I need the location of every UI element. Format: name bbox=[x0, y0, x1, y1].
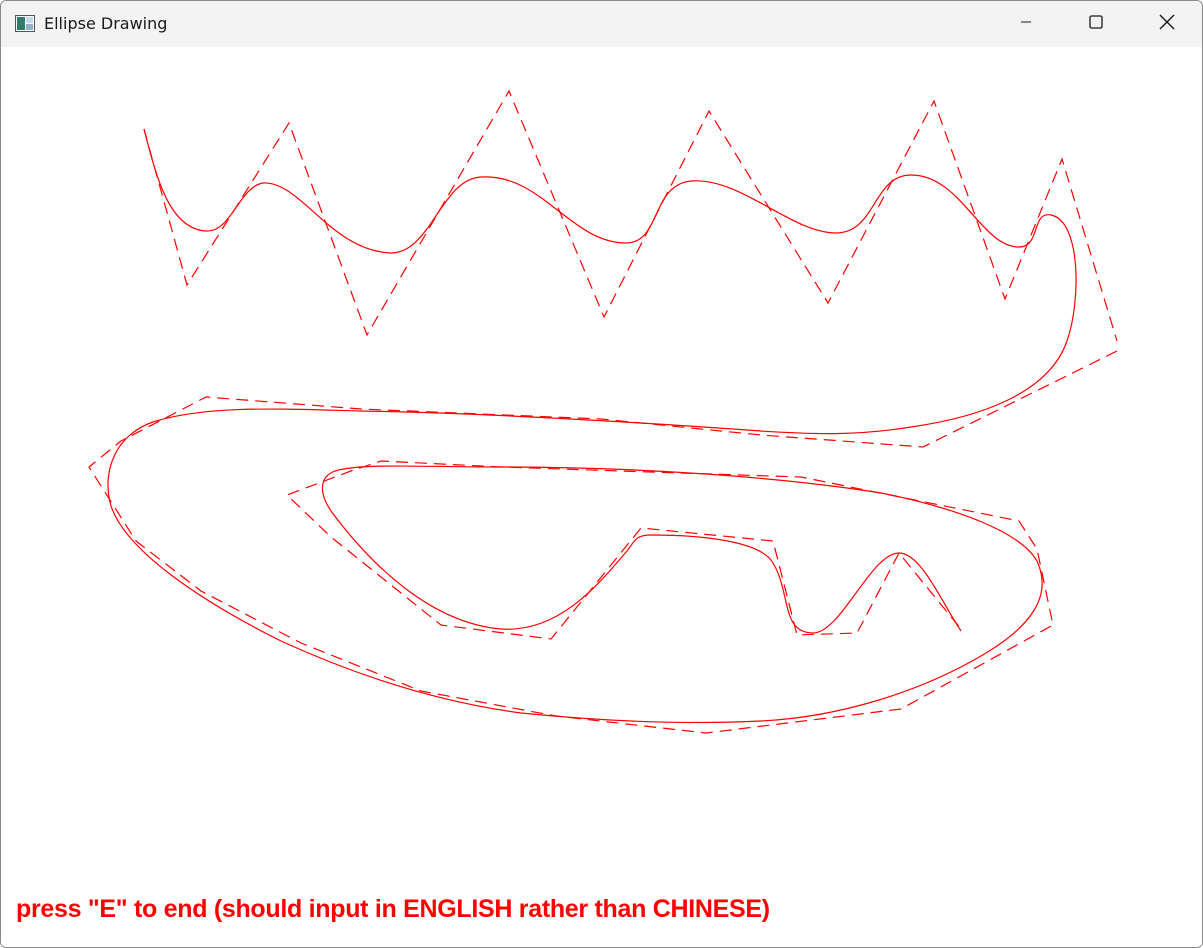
close-icon bbox=[1159, 14, 1175, 35]
minimize-icon bbox=[1020, 15, 1032, 33]
loop-smooth-curve bbox=[107, 408, 1043, 724]
app-window: Ellipse Drawing press "E" to end (should… bbox=[0, 0, 1203, 948]
status-instruction-text: press "E" to end (should input in ENGLIS… bbox=[16, 895, 770, 923]
maximize-icon bbox=[1089, 14, 1103, 34]
maximize-button[interactable] bbox=[1061, 1, 1131, 47]
minimize-button[interactable] bbox=[991, 1, 1061, 47]
window-title: Ellipse Drawing bbox=[44, 14, 168, 33]
close-button[interactable] bbox=[1132, 1, 1202, 47]
zigzag-control-polygon bbox=[143, 89, 1118, 342]
zigzag-smooth-curve bbox=[143, 128, 1077, 435]
title-bar[interactable]: Ellipse Drawing bbox=[1, 1, 1202, 47]
loop-control-polygon bbox=[88, 350, 1118, 734]
app-window-icon bbox=[15, 15, 35, 32]
drawing-canvas[interactable]: press "E" to end (should input in ENGLIS… bbox=[1, 47, 1202, 947]
